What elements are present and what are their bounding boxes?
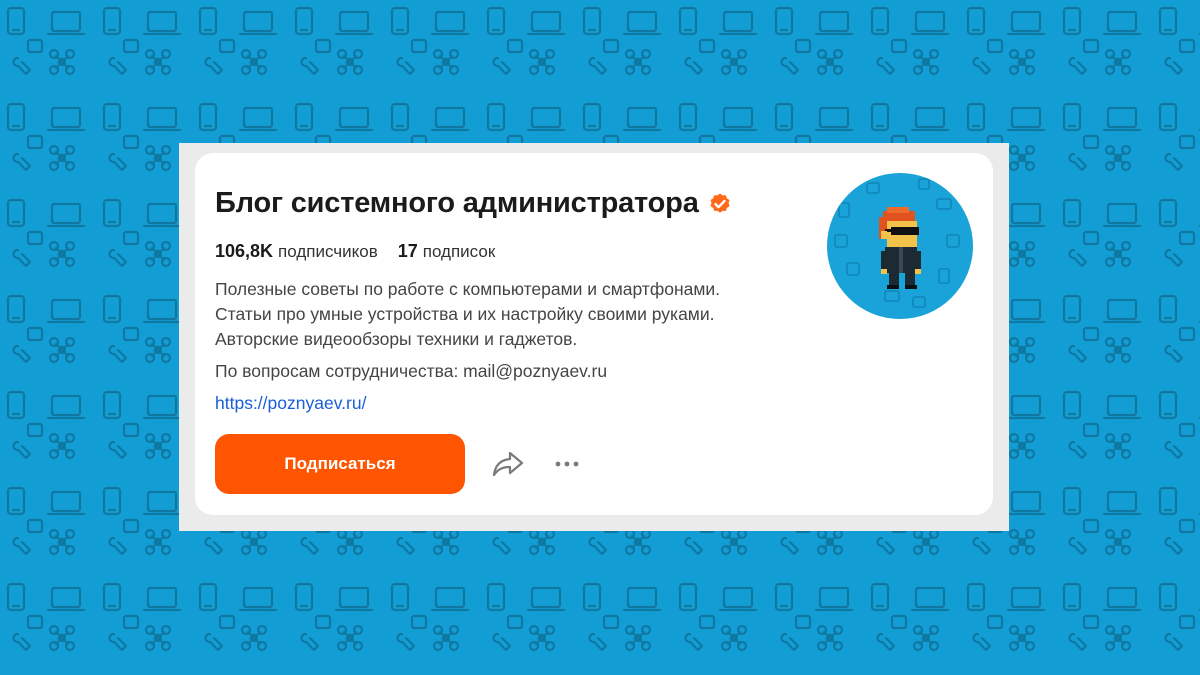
profile-frame: Блог системного администратора 106,8K по… [179,143,1009,531]
subscriptions-count: 17 [397,241,418,261]
more-dots-icon[interactable] [553,452,581,476]
subscribe-button[interactable]: Подписаться [215,434,465,494]
channel-card: Блог системного администратора 106,8K по… [195,153,993,515]
description-line: Авторские видеообзоры техники и гаджетов… [215,329,578,349]
share-arrow-icon[interactable] [491,447,525,481]
subscriptions-label[interactable]: подписок [423,242,496,262]
contact-info: По вопросам сотрудничества: mail@poznyae… [215,361,608,381]
website-link[interactable]: https://poznyaev.ru/ [215,393,366,414]
subscribers-label[interactable]: подписчиков [278,242,378,262]
stats-row: 106,8K подписчиков 17 подписок [215,241,495,262]
channel-description: Полезные советы по работе с компьютерами… [215,277,720,352]
pixel-character-icon [834,178,960,308]
verified-check-icon [710,193,730,213]
channel-title: Блог системного администратора [215,187,699,219]
title-row: Блог системного администратора [215,187,732,220]
description-line: Статьи про умные устройства и их настрой… [215,304,715,324]
subscribers-count: 106,8K [215,241,274,261]
avatar[interactable] [827,173,973,319]
description-line: Полезные советы по работе с компьютерами… [215,279,721,299]
